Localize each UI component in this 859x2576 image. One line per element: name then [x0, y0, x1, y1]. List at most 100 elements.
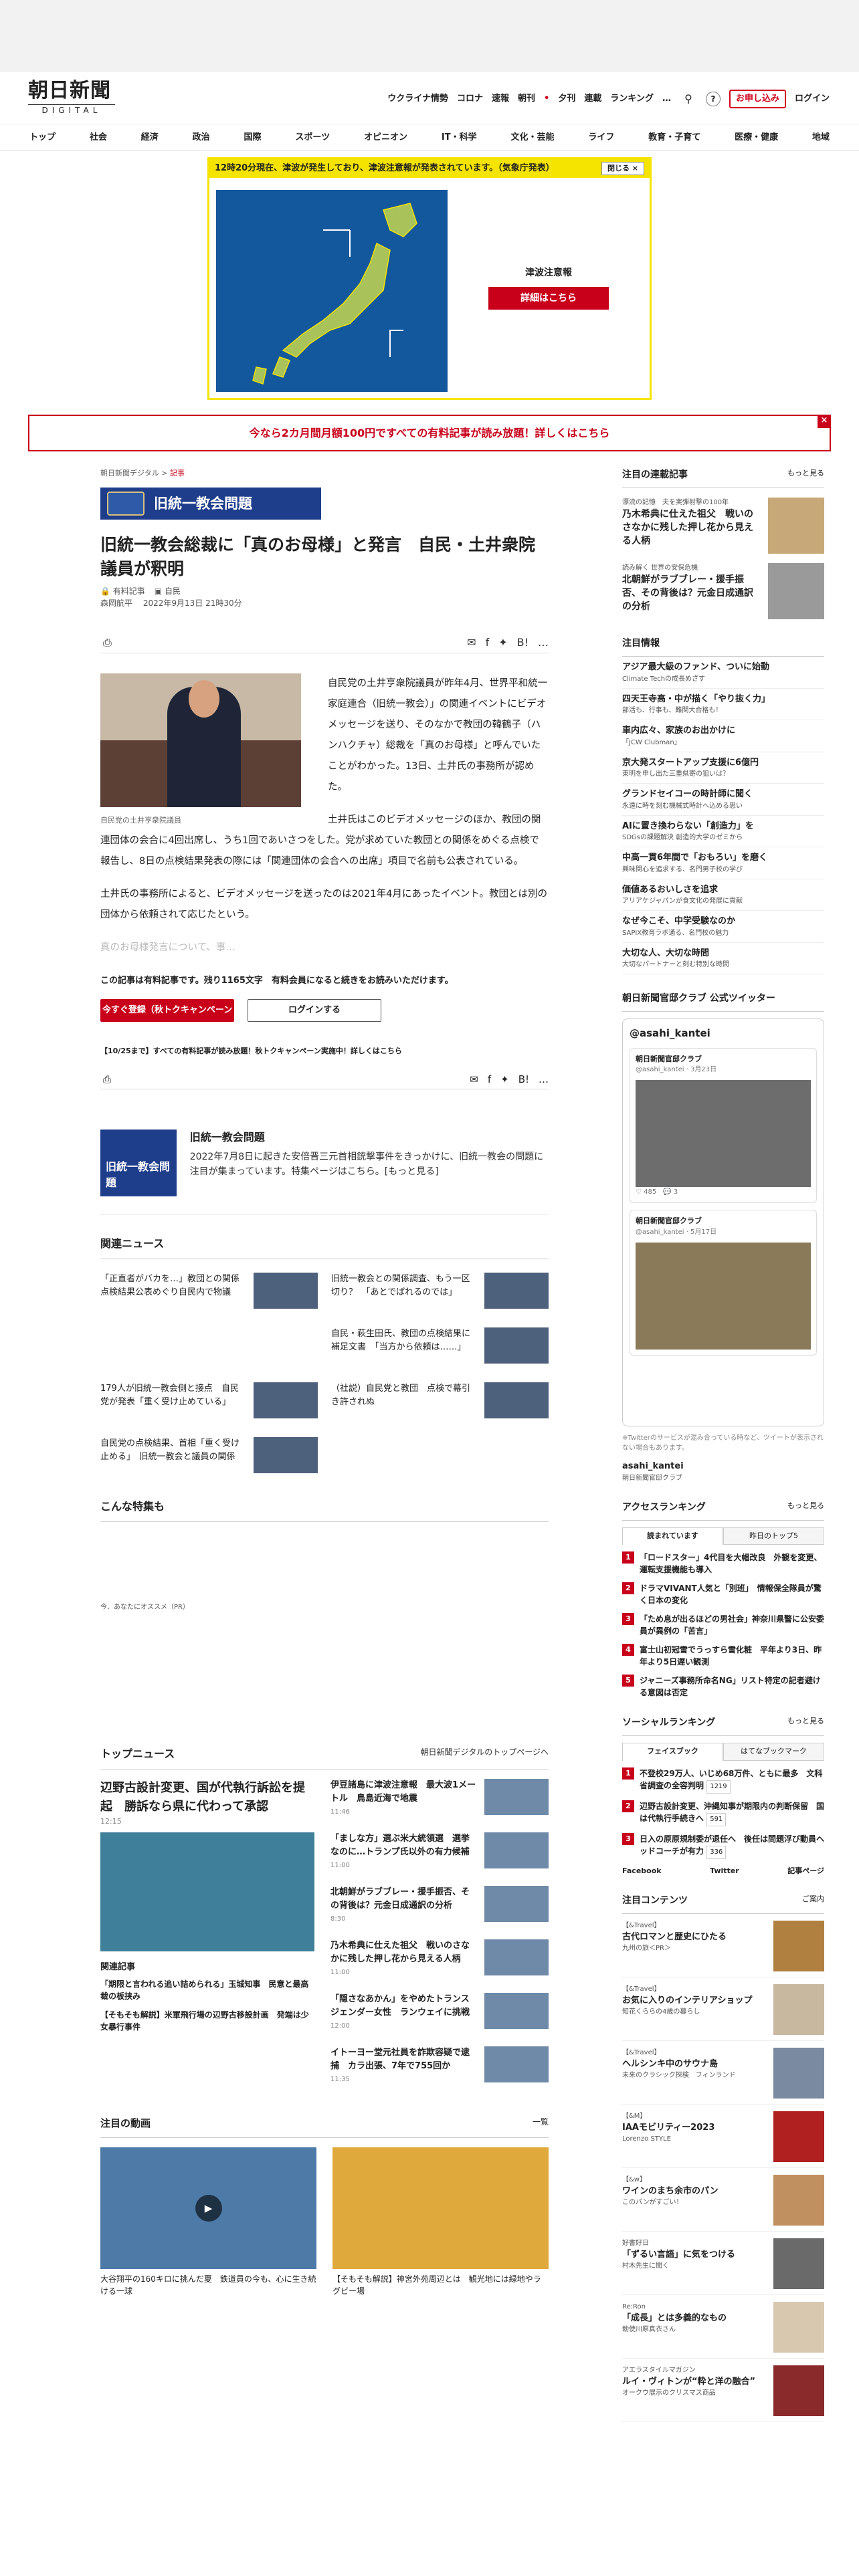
mail-icon[interactable]: ✉: [467, 635, 476, 651]
twitter-timeline[interactable]: @asahi_kantei 朝日新聞官邸クラブ @asahi_kantei · …: [622, 1018, 824, 1426]
subscribe-button[interactable]: お申し込み: [729, 90, 786, 108]
content-item[interactable]: 【&Travel】 ヘルシンキ中のサウナ島 未来のクラシック探検 フィンランド: [622, 2048, 824, 2105]
related-item[interactable]: 179人が旧統一教会側と接点 自民党が発表「重く受け止めている」: [100, 1382, 318, 1422]
lead-title[interactable]: 辺野古設計変更、国が代執行訴訟を提起 勝訴なら県に代わって承認: [100, 1779, 314, 1816]
ranking-item[interactable]: 5 ジャニーズ事務所命名NG」リスト特定の記者避ける意図は否定: [622, 1675, 824, 1699]
utility-link[interactable]: コロナ: [457, 92, 483, 106]
feature-title[interactable]: 旧統一教会問題: [190, 1130, 549, 1146]
nav-item[interactable]: 政治: [193, 124, 210, 150]
facebook-link[interactable]: Facebook: [622, 1866, 662, 1877]
notice-item[interactable]: 価値あるおいしさを追求 アリアケジャパンが食文化の発展に貢献: [622, 879, 824, 911]
search-icon[interactable]: ⚲: [680, 90, 697, 108]
login-link[interactable]: ログイン: [795, 92, 830, 106]
tab-hatena[interactable]: はてなブックマーク: [723, 1743, 824, 1761]
contents-more-link[interactable]: ご案内: [802, 1894, 824, 1908]
breadcrumb-current[interactable]: 記事: [170, 469, 185, 477]
nav-item[interactable]: 社会: [90, 124, 107, 150]
video-more-link[interactable]: 一覧: [533, 2116, 549, 2131]
social-item[interactable]: 3 日入の原原規制委が退任へ 後任は問題浮び動員ヘッドコーチが有力 336: [622, 1832, 824, 1859]
lead-related-item[interactable]: 「期限と言われる追い詰められる」玉城知事 民意と最高裁の板挟み: [100, 1978, 314, 2002]
utility-link[interactable]: 連載: [584, 92, 601, 106]
more-share-icon[interactable]: …: [538, 635, 549, 651]
nav-item[interactable]: 医療・健康: [735, 124, 778, 150]
lead-image[interactable]: [100, 1832, 314, 1951]
print-icon[interactable]: ⎙: [103, 635, 112, 651]
twitter-account[interactable]: @asahi_kantei: [623, 1019, 824, 1048]
notice-item[interactable]: AIに置き換わらない「創造力」を SDGsの課題解決 創造的大学のゼミから: [622, 816, 824, 847]
lead-related-item[interactable]: 【そもそも解説】米軍飛行場の辺野古移設計画 発端は少女暴行事件: [100, 2009, 314, 2033]
twitter-link[interactable]: Twitter: [710, 1866, 739, 1877]
utility-link[interactable]: ウクライナ情勢: [387, 92, 448, 106]
top-news-more-link[interactable]: 朝日新聞デジタルのトップページへ: [420, 1746, 549, 1762]
nav-item[interactable]: 教育・子育て: [648, 124, 700, 150]
tab-yesterday[interactable]: 昨日のトップ5: [723, 1527, 824, 1545]
notice-item[interactable]: 中高一貫6年間で「おもろい」を磨く 興味関心を追求する、名門男子校の学び: [622, 847, 824, 879]
tsunami-close-button[interactable]: 閉じる ×: [601, 162, 644, 175]
more-share-icon[interactable]: …: [539, 1072, 549, 1087]
tab-facebook[interactable]: フェイスブック: [622, 1743, 723, 1761]
top-news-item[interactable]: 「隠さなあかん」をやめたトランスジェンダー女性 ランウェイに挑戦 12:00: [330, 1992, 549, 2033]
nav-item[interactable]: スポーツ: [295, 124, 330, 150]
utility-link[interactable]: 速報: [492, 92, 509, 106]
facebook-icon[interactable]: f: [486, 635, 490, 651]
video-item[interactable]: ▶ 大谷翔平の160キロに挑んだ夏 鉄道員の今も、心に生き続ける一球: [100, 2147, 316, 2297]
notice-item[interactable]: アジア最大級のファンド、ついに始動 Climate Techの成長めざす: [622, 657, 824, 689]
related-item[interactable]: 旧統一教会との関係調査、もう一区切り？ 「あとでばれるのでは」: [331, 1272, 549, 1313]
nav-item[interactable]: トップ: [29, 124, 56, 150]
nav-item[interactable]: 地域: [812, 124, 830, 150]
social-item[interactable]: 2 辺野古設計変更、沖縄知事が期限内の判断保留 国は代執行手続きへ 591: [622, 1800, 824, 1826]
social-item[interactable]: 1 不登校29万人、いじめ68万件、ともに最多 文科省調査の全容判明 1219: [622, 1767, 824, 1794]
top-news-item[interactable]: 伊豆諸島に津波注意報 最大波1メートル 鳥島近海で地震 11:46: [330, 1778, 549, 1819]
notice-item[interactable]: グランドセイコーの時計師に聞く 永遠に時を刻む機械式時計へ込める思い: [622, 784, 824, 816]
print-icon[interactable]: ⎙: [103, 1072, 111, 1087]
content-item[interactable]: 【&Travel】 お気に入りのインテリアショップ 知花くららの4歳の暮らし: [622, 1984, 824, 2041]
article-page-link[interactable]: 記事ページ: [787, 1866, 824, 1877]
ranking-item[interactable]: 4 富士山初冠雪でうっすら雪化粧 平年より3日、昨年より5日遅い観測: [622, 1644, 824, 1668]
content-item[interactable]: アエラスタイルマガジン ルイ・ヴィトンが“粋と洋の融合” オークウ展示のクリスマス商…: [622, 2365, 824, 2422]
ranking-item[interactable]: 1 「ロードスター」4代目を大幅改良 外観を変更、運転支援機能も導入: [622, 1551, 824, 1576]
hatena-bookmark-icon[interactable]: B!: [518, 1072, 529, 1087]
related-item[interactable]: 「正直者がバカを…」教団との関係 点検結果公表めぐり自民内で物議: [100, 1272, 318, 1313]
ranking-item[interactable]: 2 ドラマVIVANT人気と「別班」 情報保全隊員が驚く日本の変化: [622, 1582, 824, 1606]
content-item[interactable]: 【&M】 IAAモビリティー2023 Lorenzo STYLE: [622, 2111, 824, 2168]
tsunami-detail-button[interactable]: 詳細はこちら: [488, 287, 609, 310]
help-icon[interactable]: ?: [705, 91, 721, 106]
twitter-icon[interactable]: ✦: [500, 1072, 509, 1087]
content-item[interactable]: 好書好日 「ずるい言語」に気をつける 村木先生に聞く: [622, 2238, 824, 2295]
content-item[interactable]: Re:Ron 「成長」とは多義的なもの 勅使川原真衣さん: [622, 2302, 824, 2359]
twitter-profile[interactable]: asahi_kantei: [622, 1460, 824, 1473]
related-item[interactable]: （社説）自民党と教団 点検で幕引き許されぬ: [331, 1382, 549, 1422]
related-item[interactable]: 自民党の点検結果、首相「重く受け止める」 旧統一教会と議員の関係: [100, 1436, 318, 1477]
facebook-icon[interactable]: f: [488, 1072, 491, 1087]
top-news-item[interactable]: 乃木希典に仕えた祖父 戦いのさなかに残した押し花から見える人柄 11:00: [330, 1939, 549, 1979]
site-logo[interactable]: 朝日新聞 DIGITAL: [28, 79, 115, 116]
nav-item[interactable]: オピニオン: [364, 124, 407, 150]
twitter-icon[interactable]: ✦: [498, 635, 507, 651]
content-item[interactable]: 【&w】 ワインのまち余市のパン このパンがすごい！: [622, 2175, 824, 2232]
social-more-link[interactable]: もっと見る: [787, 1716, 824, 1730]
promo-banner[interactable]: 今なら2カ月間月額100円ですべての有料記事が読み放題！詳しくはこちら ×: [28, 415, 831, 451]
login-button[interactable]: ログインする: [248, 998, 381, 1022]
play-icon[interactable]: ▶: [195, 2195, 222, 2222]
utility-link[interactable]: ランキング: [610, 92, 654, 106]
related-item[interactable]: 自民・萩生田氏、教団の点検結果に補足文書 「当方から依頼は……」: [331, 1327, 549, 1368]
top-news-item[interactable]: 北朝鮮がラブブレー・援手振否、その背後は？元金日成通訳の分析 8:30: [330, 1885, 549, 1926]
tweet[interactable]: 朝日新聞官邸クラブ @asahi_kantei · 3月23日 ♡ 485 💬 …: [630, 1047, 817, 1203]
hatena-bookmark-icon[interactable]: B!: [517, 635, 529, 651]
breadcrumb-site[interactable]: 朝日新聞デジタル: [100, 469, 159, 477]
tab-read[interactable]: 読まれています: [622, 1527, 723, 1545]
promo-close-button[interactable]: ×: [818, 415, 831, 428]
content-item[interactable]: 【&Travel】 古代ロマンと歴史にひたる 九州の旅＜PR＞: [622, 1921, 824, 1977]
nav-item[interactable]: ライフ: [588, 124, 614, 150]
nav-item[interactable]: 文化・芸能: [510, 124, 554, 150]
campaign-note[interactable]: 【10/25まで】すべての有料記事が読み放題！秋トクキャンペーン実施中！詳しくは…: [100, 1041, 549, 1061]
notice-item[interactable]: なぜ今こそ、中学受験なのか SAPIX教育ラボ通る、名門校の魅力: [622, 911, 824, 943]
nav-item[interactable]: IT・科学: [442, 124, 477, 150]
category-link[interactable]: 自民: [165, 586, 181, 596]
ranking-more-link[interactable]: もっと見る: [787, 1501, 824, 1515]
top-news-lead[interactable]: 辺野古設計変更、国が代執行訴訟を提起 勝訴なら県に代わって承認 12:15 関連…: [100, 1779, 314, 2100]
feature-card[interactable]: 旧統一教会問題 旧統一教会問題 2022年7月8日に起きた安倍晋三元首相銃撃事件…: [100, 1129, 549, 1214]
utility-link[interactable]: 夕刊: [558, 92, 575, 106]
notice-item[interactable]: 大切な人、大切な時間 大切なパートナーと刻む特別な時間: [622, 943, 824, 974]
article-photo[interactable]: 自民党の土井亨衆院議員: [100, 673, 301, 825]
